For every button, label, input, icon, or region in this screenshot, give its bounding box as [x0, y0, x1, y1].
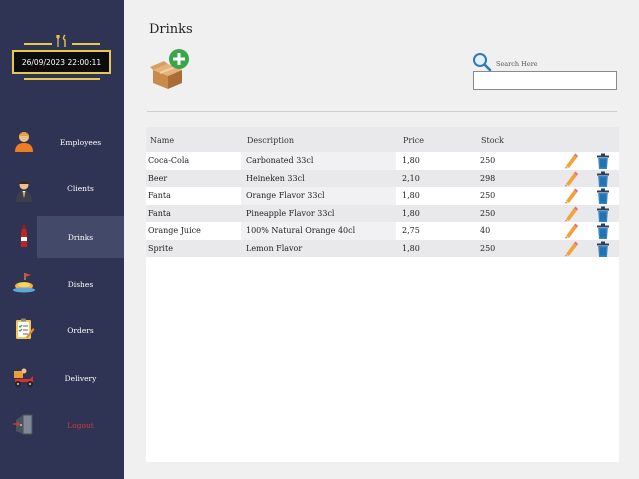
column-header-description[interactable]: Description: [247, 136, 294, 145]
search-icon: [473, 53, 492, 72]
sidebar-item-employees[interactable]: Employees: [0, 121, 124, 163]
edit-icon[interactable]: [564, 188, 578, 204]
bottle-icon: [21, 225, 27, 247]
cell-price: 1,80: [402, 243, 420, 253]
edit-icon[interactable]: [564, 171, 578, 187]
delete-icon[interactable]: [597, 241, 609, 257]
cell-stock: 298: [480, 173, 496, 183]
table-row[interactable]: Coca-Cola Carbonated 33cl 1,80 250: [146, 152, 619, 170]
edit-icon[interactable]: [564, 206, 578, 222]
sidebar-item-label: Employees: [59, 138, 102, 147]
cell-name: Beer: [148, 173, 168, 183]
delete-icon[interactable]: [597, 206, 609, 222]
column-header-price[interactable]: Price: [403, 136, 424, 145]
delete-icon[interactable]: [597, 153, 609, 169]
logo-line-right: [72, 43, 100, 45]
cell-description: Orange Flavor 33cl: [246, 191, 325, 200]
sidebar-item-orders[interactable]: Orders: [0, 309, 124, 351]
cell-description: Heineken 33cl: [246, 173, 305, 183]
sidebar-item-clients[interactable]: Clients: [0, 168, 124, 210]
delete-icon[interactable]: [597, 188, 609, 204]
datetime-display: 26/09/2023 22:00:11: [12, 50, 111, 74]
sidebar-item-label: Dishes: [67, 280, 94, 289]
cell-name: Fanta: [148, 208, 171, 218]
edit-icon[interactable]: [564, 153, 578, 169]
table-row[interactable]: Beer Heineken 33cl 2,10 298: [146, 169, 619, 187]
column-header-stock[interactable]: Stock: [481, 136, 504, 145]
delete-icon[interactable]: [597, 171, 609, 187]
edit-icon[interactable]: [564, 241, 578, 257]
table-row[interactable]: Sprite Lemon Flavor 1,80 250: [146, 239, 619, 257]
sidebar-item-delivery[interactable]: Delivery: [0, 357, 124, 399]
cell-name: Orange Juice: [148, 226, 201, 235]
cell-stock: 250: [480, 191, 496, 200]
sidebar-item-label: Drinks: [67, 233, 94, 242]
fork-knife-icon: [54, 34, 70, 48]
column-header-name[interactable]: Name: [150, 136, 174, 145]
table-row[interactable]: Fanta Orange Flavor 33cl 1,80 250: [146, 187, 619, 205]
delivery-icon: [14, 368, 33, 387]
cell-description: 100% Natural Orange 40cl: [246, 226, 356, 235]
cell-stock: 250: [480, 243, 496, 253]
cell-name: Sprite: [148, 243, 173, 253]
sidebar: 26/09/2023 22:00:11 Employees Clients Dr…: [0, 0, 124, 479]
sidebar-item-label: Clients: [67, 184, 94, 193]
cell-description: Carbonated 33cl: [246, 156, 314, 165]
cell-price: 1,80: [402, 208, 420, 218]
sidebar-item-label: Delivery: [64, 374, 97, 383]
delete-icon[interactable]: [597, 223, 609, 239]
header-divider: [147, 111, 617, 112]
door-icon: [13, 414, 33, 435]
logo-line-left: [24, 43, 52, 45]
sidebar-item-label: Orders: [67, 326, 94, 335]
cell-stock: 40: [480, 226, 491, 235]
dish-icon: [13, 273, 35, 293]
cell-description: Lemon Flavor: [246, 243, 303, 253]
drinks-table: Name Description Price Stock Coca-Cola Ca…: [146, 127, 619, 462]
clipboard-icon: [16, 318, 35, 339]
search-label: Search Here: [496, 60, 538, 68]
page-title: Drinks: [149, 22, 193, 37]
cell-price: 1,80: [402, 191, 420, 200]
sidebar-item-label: Logout: [67, 421, 94, 430]
sidebar-item-logout[interactable]: Logout: [0, 404, 124, 446]
sidebar-item-dishes[interactable]: Dishes: [0, 263, 124, 305]
client-icon: [16, 180, 32, 202]
cell-price: 2,10: [402, 173, 420, 183]
cell-description: Pineapple Flavor 33cl: [246, 208, 335, 218]
cell-price: 2,75: [402, 226, 420, 235]
cell-name: Coca-Cola: [148, 156, 190, 165]
table-header: Name Description Price Stock: [146, 127, 619, 152]
table-row[interactable]: Fanta Pineapple Flavor 33cl 1,80 250: [146, 204, 619, 222]
employee-icon: [15, 132, 33, 152]
table-row[interactable]: Orange Juice 100% Natural Orange 40cl 2,75…: [146, 222, 619, 240]
cell-name: Fanta: [148, 191, 171, 200]
box-add-icon: [150, 49, 189, 89]
cell-stock: 250: [480, 208, 496, 218]
cell-price: 1,80: [402, 156, 420, 165]
edit-icon[interactable]: [564, 223, 578, 239]
sidebar-item-drinks-content: Drinks: [0, 216, 124, 258]
add-drink-button[interactable]: [150, 48, 190, 90]
logo-underline: [24, 78, 100, 80]
search-input[interactable]: [473, 71, 617, 90]
cell-stock: 250: [480, 156, 496, 165]
